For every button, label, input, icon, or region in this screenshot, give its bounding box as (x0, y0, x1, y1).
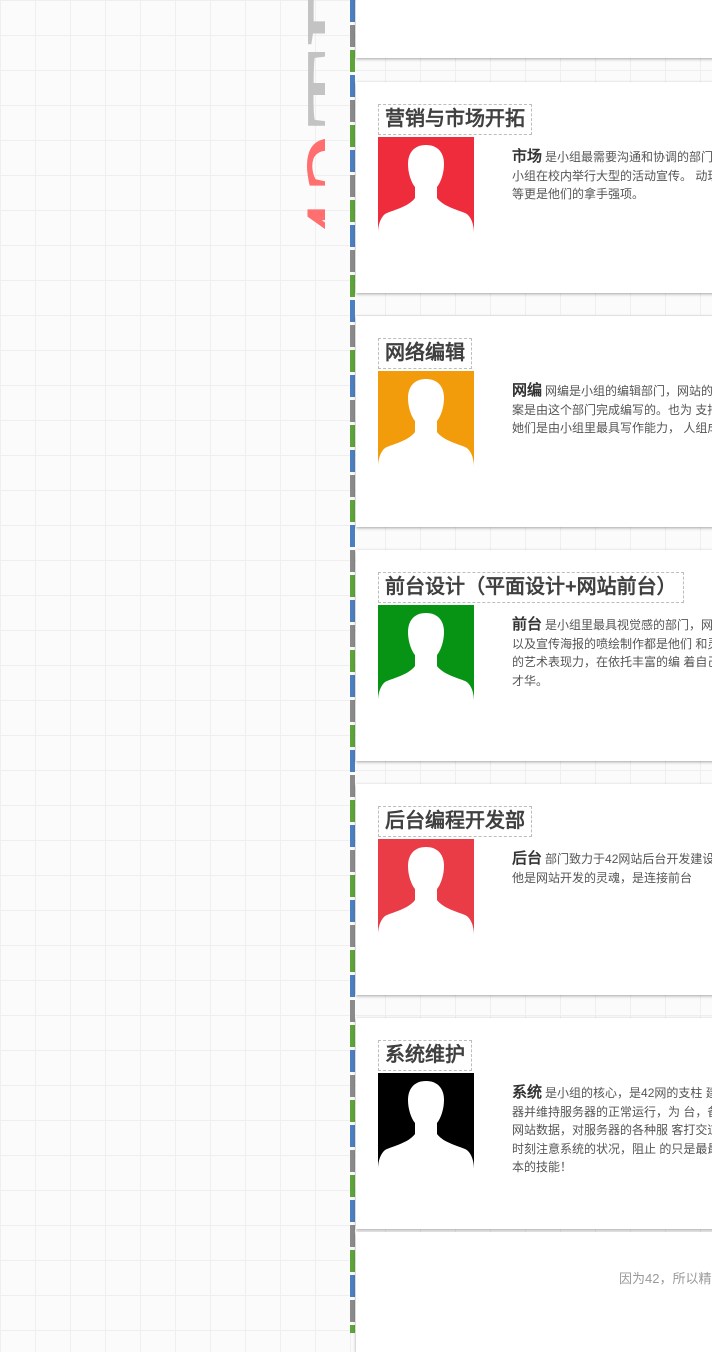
department-body: 是小组里最具视觉感的部门，网 设计以及宣传海报的喷绘制作都是他们 和灵活的艺术表… (512, 618, 712, 686)
department-body: 部门致力于42网站后台开发建设 远。他是网站开发的灵魂，是连接前台 (512, 852, 712, 885)
avatar-placeholder-icon (378, 839, 474, 935)
department-title: 后台编程开发部 (378, 806, 532, 837)
avatar-placeholder-icon (378, 137, 474, 233)
department-title: 前台设计（平面设计+网站前台） (378, 572, 684, 603)
avatar-placeholder-icon (378, 371, 474, 467)
footer-text: 因为42，所以精 (619, 1271, 712, 1286)
department-card-marketing: 营销与市场开拓 市场是小组最需要沟通和协调的部门 以及小组在校内举行大型的活动宣… (356, 82, 712, 293)
department-description: 网编网编是小组的编辑部门，网站的 及文案是由这个部门完成编写的。也为 支持。她们… (512, 382, 712, 452)
department-description: 前台是小组里最具视觉感的部门，网 设计以及宣传海报的喷绘制作都是他们 和灵活的艺… (512, 616, 712, 686)
department-card-frontend: 前台设计（平面设计+网站前台） 前台是小组里最具视觉感的部门，网 设计以及宣传海… (356, 550, 712, 761)
department-description: 后台部门致力于42网站后台开发建设 远。他是网站开发的灵魂，是连接前台 (512, 850, 712, 920)
department-description: 市场是小组最需要沟通和协调的部门 以及小组在校内举行大型的活动宣传。 动现场等更… (512, 148, 712, 218)
avatar-placeholder-icon (378, 1073, 474, 1169)
department-title: 系统维护 (378, 1040, 472, 1071)
brand-rest: TEA (278, 0, 325, 128)
timeline-line (350, 0, 355, 1333)
brand-accent: 42 (278, 128, 325, 260)
brand-vertical: 42TEA (175, 0, 325, 260)
department-lead: 市场 (512, 148, 543, 165)
department-card-editing: 网络编辑 网编网编是小组的编辑部门，网站的 及文案是由这个部门完成编写的。也为 … (356, 316, 712, 527)
brand-text: 42TEA (278, 0, 325, 260)
department-body: 是小组最需要沟通和协调的部门 以及小组在校内举行大型的活动宣传。 动现场等更是他… (512, 150, 712, 201)
avatar-placeholder-icon (378, 605, 474, 701)
department-lead: 后台 (512, 850, 543, 867)
department-card-system: 系统维护 系统是小组的核心，是42网的支柱 建服务器并维持服务器的正常运行，为 … (356, 1018, 712, 1229)
department-lead: 前台 (512, 616, 543, 633)
department-lead: 系统 (512, 1084, 543, 1101)
department-body: 是小组的核心，是42网的支柱 建服务器并维持服务器的正常运行，为 台，备份网站数… (512, 1086, 712, 1174)
department-lead: 网编 (512, 382, 543, 399)
footer-card: 因为42，所以精 (356, 1232, 712, 1352)
department-title: 网络编辑 (378, 338, 472, 369)
previous-card (356, 0, 712, 58)
department-description: 系统是小组的核心，是42网的支柱 建服务器并维持服务器的正常运行，为 台，备份网… (512, 1084, 712, 1176)
department-card-backend: 后台编程开发部 后台部门致力于42网站后台开发建设 远。他是网站开发的灵魂，是连… (356, 784, 712, 995)
department-title: 营销与市场开拓 (378, 104, 532, 135)
department-body: 网编是小组的编辑部门，网站的 及文案是由这个部门完成编写的。也为 支持。她们是由… (512, 384, 712, 435)
